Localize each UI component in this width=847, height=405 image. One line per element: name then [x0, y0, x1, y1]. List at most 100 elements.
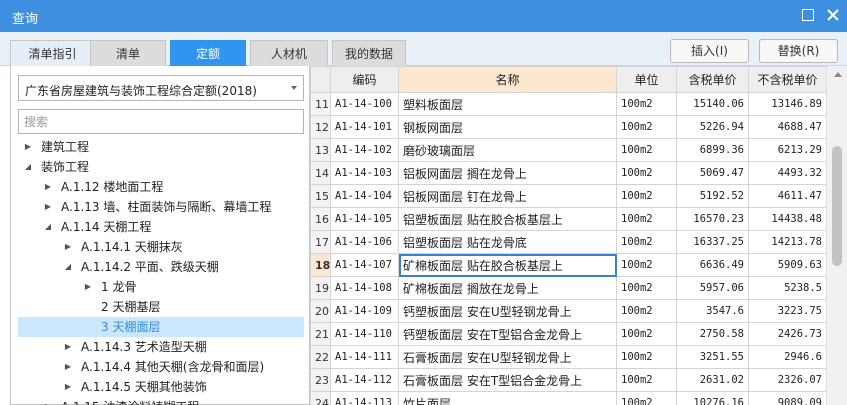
cell-unit[interactable]: 100m2: [616, 138, 677, 162]
cell-code[interactable]: A1-14-103: [330, 161, 399, 185]
table-row[interactable]: 14 A1-14-103 铝板网面层 搁在龙骨上 100m2 5069.47 4493.3…: [310, 161, 827, 185]
tree-node[interactable]: ◢ 装饰工程: [11, 157, 309, 177]
cell-unit[interactable]: 100m2: [616, 207, 677, 231]
table-row[interactable]: 15 A1-14-104 铝板网面层 钉在龙骨上 100m2 5192.52 4611.4…: [310, 184, 827, 208]
cell-price-tax[interactable]: 5192.52: [676, 184, 749, 208]
cell-code[interactable]: A1-14-106: [330, 230, 399, 254]
cell-price-tax[interactable]: 5957.06: [676, 276, 749, 300]
insert-button[interactable]: 插入(I): [670, 39, 749, 63]
cell-price-no-tax[interactable]: 5909.63: [748, 253, 827, 277]
row-number[interactable]: 13: [310, 138, 331, 162]
close-icon[interactable]: [826, 8, 840, 22]
caret-down-icon[interactable]: ◢: [43, 217, 53, 237]
row-number[interactable]: 21: [310, 322, 331, 346]
cell-price-tax[interactable]: 2750.58: [676, 322, 749, 346]
cell-price-tax[interactable]: 15140.06: [676, 92, 749, 116]
cell-price-tax[interactable]: 3547.6: [676, 299, 749, 323]
table-row[interactable]: 18 A1-14-107 矿棉板面层 贴在胶合板基层上 100m2 6636.49 590…: [310, 253, 827, 277]
table-row[interactable]: 21 A1-14-110 钙塑板面层 安在T型铝合金龙骨上 100m2 2750.58 2…: [310, 322, 827, 346]
caret-right-icon[interactable]: ▶: [63, 357, 73, 377]
tab-my-data[interactable]: 我的数据: [332, 40, 406, 66]
tab-bill-guide[interactable]: 清单指引: [10, 40, 95, 66]
cell-name[interactable]: 石膏板面层 安在U型轻钢龙骨上: [398, 345, 617, 369]
cell-name[interactable]: 石膏板面层 安在T型铝合金龙骨上: [398, 368, 617, 392]
table-row[interactable]: 19 A1-14-108 矿棉板面层 搁放在龙骨上 100m2 5957.06 5238.…: [310, 276, 827, 300]
row-number[interactable]: 11: [310, 92, 331, 116]
caret-right-icon[interactable]: ▶: [23, 137, 33, 157]
cell-code[interactable]: A1-14-109: [330, 299, 399, 323]
tree-node[interactable]: ▶ A.1.15 油漆涂料裱糊工程: [11, 397, 309, 405]
table-row[interactable]: 12 A1-14-101 钢板网面层 100m2 5226.94 4688.47: [310, 115, 827, 139]
cell-unit[interactable]: 100m2: [616, 299, 677, 323]
chevron-down-icon[interactable]: [291, 86, 297, 90]
cell-price-tax[interactable]: 5069.47: [676, 161, 749, 185]
tree-node[interactable]: ◢ A.1.14 天棚工程: [11, 217, 309, 237]
column-header-unit[interactable]: 单位: [616, 66, 677, 93]
column-header-price-no-tax[interactable]: 不含税单价: [748, 66, 827, 93]
cell-price-tax[interactable]: 6899.36: [676, 138, 749, 162]
cell-unit[interactable]: 100m2: [616, 184, 677, 208]
caret-right-icon[interactable]: ▶: [83, 277, 93, 297]
caret-down-icon[interactable]: ◢: [23, 157, 33, 177]
scrollbar-thumb[interactable]: [832, 146, 842, 266]
cell-code[interactable]: A1-14-101: [330, 115, 399, 139]
tree-node[interactable]: ◢ A.1.14.2 平面、跌级天棚: [11, 257, 309, 277]
cell-unit[interactable]: 100m2: [616, 230, 677, 254]
tree-node[interactable]: ▶ A.1.14.5 天棚其他装饰: [11, 377, 309, 397]
cell-code[interactable]: A1-14-111: [330, 345, 399, 369]
cell-code[interactable]: A1-14-113: [330, 391, 399, 405]
cell-price-no-tax[interactable]: 2426.73: [748, 322, 827, 346]
tree-node[interactable]: ▶ 建筑工程: [11, 137, 309, 157]
cell-name[interactable]: 磨砂玻璃面层: [398, 138, 617, 162]
tree-node[interactable]: 3 天棚面层: [18, 317, 304, 337]
table-row[interactable]: 22 A1-14-111 石膏板面层 安在U型轻钢龙骨上 100m2 3251.55 29…: [310, 345, 827, 369]
cell-price-tax[interactable]: 6636.49: [676, 253, 749, 277]
cell-price-tax[interactable]: 16570.23: [676, 207, 749, 231]
replace-button[interactable]: 替换(R): [759, 39, 838, 63]
cell-name[interactable]: 钢板网面层: [398, 115, 617, 139]
cell-code[interactable]: A1-14-107: [330, 253, 399, 277]
tree-node[interactable]: ▶ A.1.12 楼地面工程: [11, 177, 309, 197]
row-number[interactable]: 19: [310, 276, 331, 300]
tree-node[interactable]: ▶ A.1.14.3 艺术造型天棚: [11, 337, 309, 357]
cell-price-no-tax[interactable]: 5238.5: [748, 276, 827, 300]
search-input[interactable]: [18, 109, 304, 134]
maximize-icon[interactable]: [802, 9, 814, 21]
column-header-name[interactable]: 名称: [398, 66, 617, 93]
tree-node[interactable]: ▶ 1 龙骨: [11, 277, 309, 297]
table-row[interactable]: 24 A1-14-113 竹片面层 100m2 10276.16 9089.09: [310, 391, 827, 405]
column-header-price-tax[interactable]: 含税单价: [676, 66, 749, 93]
table-row[interactable]: 20 A1-14-109 钙塑板面层 安在U型轻钢龙骨上 100m2 3547.6 322…: [310, 299, 827, 323]
row-number[interactable]: 24: [310, 391, 331, 405]
cell-name[interactable]: 铝板网面层 搁在龙骨上: [398, 161, 617, 185]
caret-right-icon[interactable]: ▶: [43, 197, 53, 217]
cell-name[interactable]: 钙塑板面层 安在T型铝合金龙骨上: [398, 322, 617, 346]
tab-labor-material-machine[interactable]: 人材机: [250, 40, 328, 66]
cell-name[interactable]: 铝塑板面层 贴在胶合板基层上: [398, 207, 617, 231]
cell-price-no-tax[interactable]: 3223.75: [748, 299, 827, 323]
cell-name[interactable]: 矿棉板面层 搁放在龙骨上: [398, 276, 617, 300]
caret-down-icon[interactable]: ◢: [63, 257, 73, 277]
cell-unit[interactable]: 100m2: [616, 345, 677, 369]
caret-right-icon[interactable]: ▶: [63, 337, 73, 357]
cell-unit[interactable]: 100m2: [616, 115, 677, 139]
cell-price-no-tax[interactable]: 6213.29: [748, 138, 827, 162]
table-row[interactable]: 16 A1-14-105 铝塑板面层 贴在胶合板基层上 100m2 16570.23 14…: [310, 207, 827, 231]
cell-price-tax[interactable]: 5226.94: [676, 115, 749, 139]
cell-price-no-tax[interactable]: 4611.47: [748, 184, 827, 208]
tree-node[interactable]: 2 天棚基层: [11, 297, 309, 317]
row-number[interactable]: 16: [310, 207, 331, 231]
caret-right-icon[interactable]: ▶: [63, 237, 73, 257]
cell-price-tax[interactable]: 16337.25: [676, 230, 749, 254]
caret-right-icon[interactable]: ▶: [43, 177, 53, 197]
cell-price-tax[interactable]: 3251.55: [676, 345, 749, 369]
column-header-code[interactable]: 编码: [330, 66, 399, 93]
cell-price-no-tax[interactable]: 13146.89: [748, 92, 827, 116]
cell-unit[interactable]: 100m2: [616, 253, 677, 277]
cell-unit[interactable]: 100m2: [616, 391, 677, 405]
cell-name[interactable]: 铝塑板面层 贴在龙骨底: [398, 230, 617, 254]
cell-unit[interactable]: 100m2: [616, 322, 677, 346]
row-number[interactable]: 23: [310, 368, 331, 392]
cell-price-tax[interactable]: 10276.16: [676, 391, 749, 405]
cell-unit[interactable]: 100m2: [616, 368, 677, 392]
